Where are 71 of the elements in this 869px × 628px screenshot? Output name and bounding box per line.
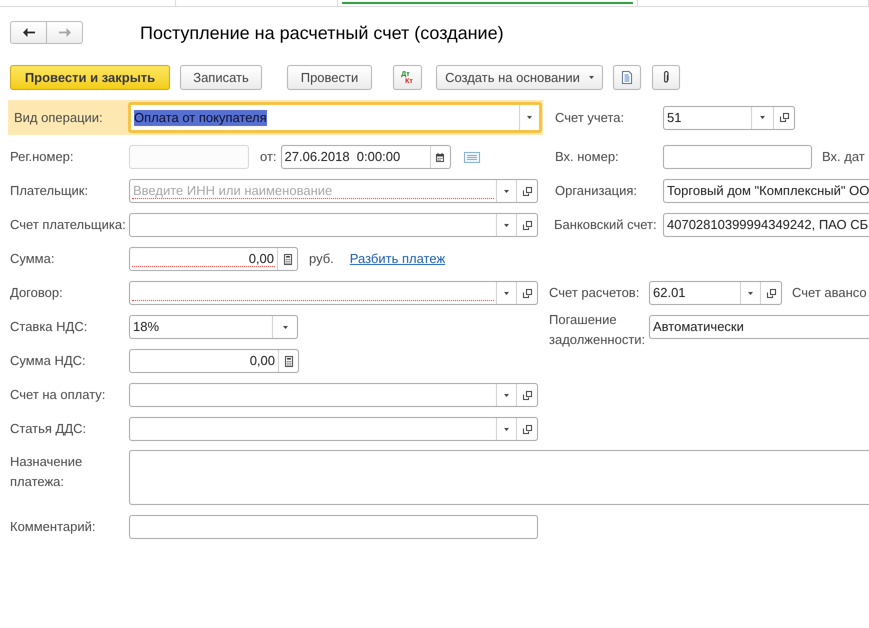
- caret-icon: [588, 76, 594, 79]
- window-title: Поступление на расчетный счет (создание): [140, 22, 504, 44]
- caret-icon: [504, 190, 509, 192]
- field-label: Сумма:: [10, 251, 54, 266]
- field-label: Счет авансо: [792, 284, 867, 302]
- debt-repayment-select[interactable]: Автоматически: [649, 315, 869, 339]
- field-label: Счет учета:: [555, 110, 624, 125]
- calculator-icon: [284, 254, 292, 264]
- open-window-icon: [522, 186, 532, 196]
- field-label: Вх. дат: [822, 148, 865, 166]
- operation-type-select[interactable]: Оплата от покупателя: [128, 102, 542, 133]
- field-label: Рег.номер:: [10, 149, 74, 164]
- back-arrow-icon: [22, 28, 34, 37]
- field-label: Счет расчетов:: [549, 285, 640, 300]
- caret-icon: [504, 224, 509, 226]
- field-label: Вид операции:: [14, 110, 103, 125]
- attachment-button[interactable]: [652, 65, 680, 90]
- calendar-icon: [436, 152, 444, 162]
- comment-input[interactable]: [129, 515, 538, 539]
- organization-select[interactable]: Торговый дом "Комплексный" ОО: [663, 179, 869, 203]
- report-button[interactable]: [613, 65, 641, 90]
- account-select[interactable]: 51: [663, 106, 795, 130]
- currency-label: руб.: [309, 250, 334, 268]
- field-label: от:: [260, 148, 277, 166]
- caret-icon: [748, 292, 753, 294]
- open-window-icon: [766, 288, 776, 298]
- caret-icon: [504, 394, 509, 396]
- caret-icon: [527, 116, 532, 119]
- toolbar-button[interactable]: Записать: [180, 65, 262, 90]
- contract-select[interactable]: [129, 281, 538, 305]
- field-label: Организация:: [555, 183, 638, 198]
- caret-icon: [504, 428, 509, 430]
- open-window-icon: [522, 220, 532, 230]
- field-label: Счет на оплату:: [10, 387, 106, 402]
- field-label: Счет плательщика:: [10, 217, 126, 232]
- document-lines-icon[interactable]: [464, 152, 480, 162]
- document-icon: [622, 71, 632, 84]
- vat-amount-input[interactable]: 0,00: [129, 349, 299, 373]
- toolbar-button[interactable]: Провести: [287, 65, 372, 90]
- paperclip-icon: [663, 71, 669, 84]
- field-label: Назначение платежа:: [10, 454, 82, 488]
- calculator-icon: [284, 356, 292, 366]
- open-window-icon: [522, 288, 532, 298]
- open-window-icon: [522, 424, 532, 434]
- caret-icon: [504, 292, 509, 294]
- forward-arrow-icon: [58, 28, 70, 37]
- caret-icon: [760, 116, 765, 119]
- settlement-account-select[interactable]: 62.01: [649, 281, 782, 305]
- field-label: Погашение задолженности:: [549, 312, 646, 346]
- payment-purpose-textarea[interactable]: [129, 450, 869, 505]
- caret-icon: [282, 326, 288, 328]
- incoming-number-input[interactable]: [663, 145, 812, 169]
- open-window-icon: [522, 390, 532, 400]
- bank-account-select[interactable]: 40702810399994349242, ПАО СБ: [663, 213, 869, 237]
- field-label: Плательщик:: [10, 183, 88, 198]
- field-label: Комментарий:: [10, 519, 96, 534]
- vat-rate-select[interactable]: 18%: [129, 315, 298, 339]
- field-label: Ставка НДС:: [10, 319, 88, 334]
- open-window-icon: [780, 113, 788, 122]
- back-button[interactable]: [10, 21, 47, 44]
- field-label: Договор:: [10, 285, 63, 300]
- field-label: Сумма НДС:: [10, 353, 86, 368]
- date-input[interactable]: 27.06.2018 0:00:00: [280, 145, 451, 169]
- tab[interactable]: [338, 0, 638, 7]
- field-label: Вх. номер:: [555, 149, 619, 164]
- amount-input[interactable]: 0,00: [129, 247, 298, 271]
- menu-button[interactable]: Создать на основании: [436, 65, 603, 90]
- field-label: Банковский счет:: [554, 217, 657, 232]
- primary-button[interactable]: Провести и закрыть: [10, 65, 170, 90]
- split-payment-link[interactable]: Разбить платеж: [350, 249, 446, 269]
- field-label: Статья ДДС:: [10, 421, 86, 436]
